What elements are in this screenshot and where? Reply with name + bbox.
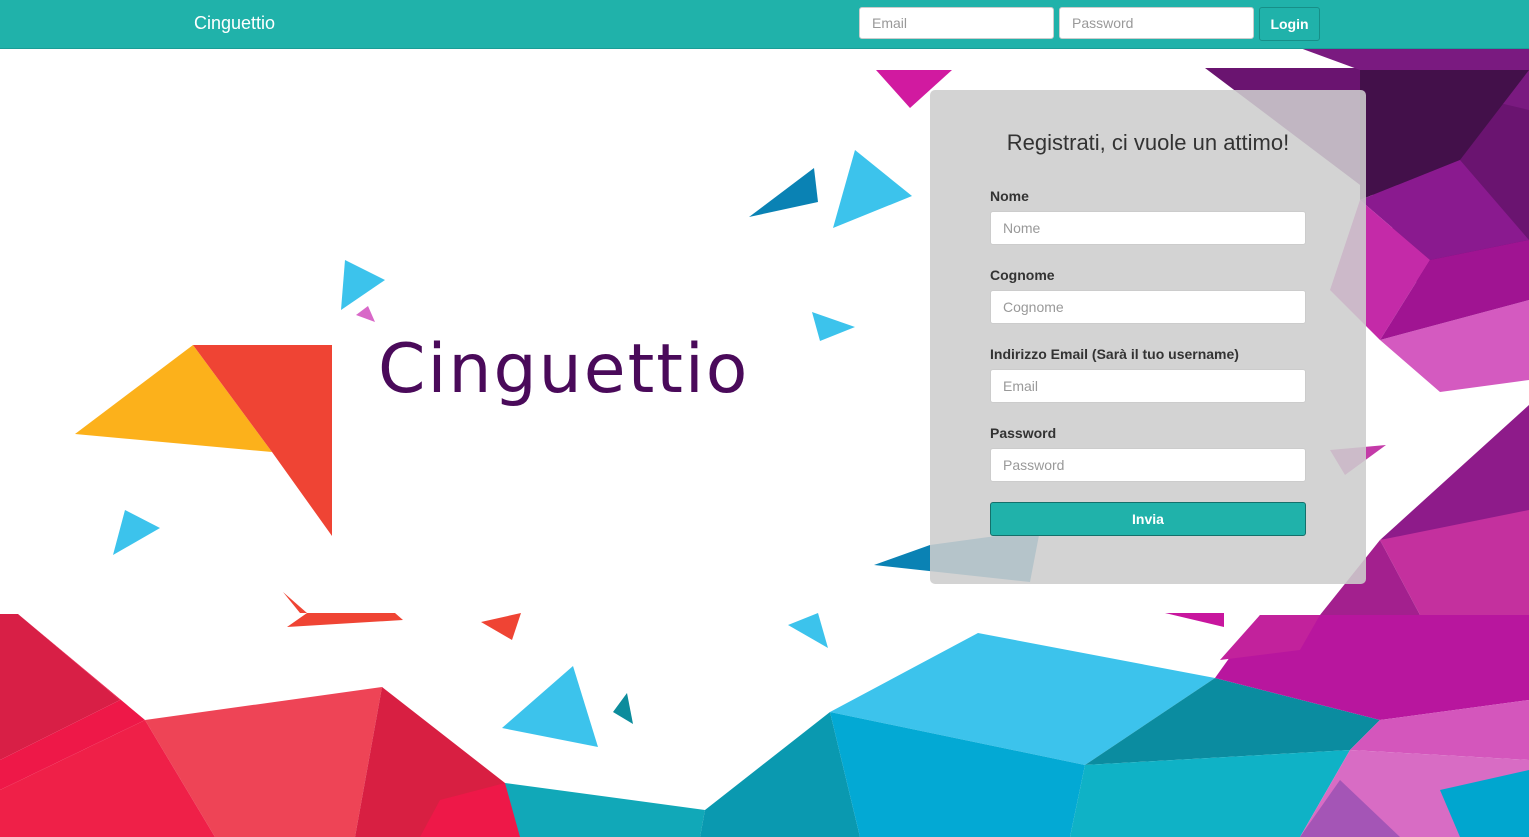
bg-shape [833, 150, 912, 228]
login-email-input[interactable] [859, 7, 1054, 39]
login-password-input[interactable] [1059, 7, 1254, 39]
email-input[interactable] [990, 369, 1306, 403]
signup-title: Registrati, ci vuole un attimo! [1006, 130, 1290, 155]
bg-shape [502, 666, 598, 747]
bg-shape [749, 168, 818, 217]
email-label: Indirizzo Email (Sarà il tuo username) [990, 346, 1239, 362]
submit-button[interactable]: Invia [990, 502, 1306, 536]
password-input[interactable] [990, 448, 1306, 482]
signup-panel: Registrati, ci vuole un attimo! Nome Cog… [930, 90, 1366, 584]
name-label: Nome [990, 188, 1029, 204]
bg-shape [788, 613, 828, 648]
bg-shape [1165, 613, 1224, 627]
login-button[interactable]: Login [1259, 7, 1320, 41]
surname-label: Cognome [990, 267, 1055, 283]
bg-shape [505, 783, 705, 837]
name-input[interactable] [990, 211, 1306, 245]
bg-shape [812, 312, 855, 341]
surname-input[interactable] [990, 290, 1306, 324]
bg-shape [356, 306, 375, 322]
top-navbar: Cinguettio Login [0, 0, 1529, 49]
bg-shape [481, 613, 521, 640]
hero-title: Cinguettio [378, 330, 750, 409]
password-label: Password [990, 425, 1057, 441]
bg-shape [283, 592, 403, 627]
bg-shape [341, 260, 385, 310]
brand-logo-text[interactable]: Cinguettio [194, 13, 275, 34]
bg-shape [613, 693, 633, 724]
bg-shape [113, 510, 160, 555]
